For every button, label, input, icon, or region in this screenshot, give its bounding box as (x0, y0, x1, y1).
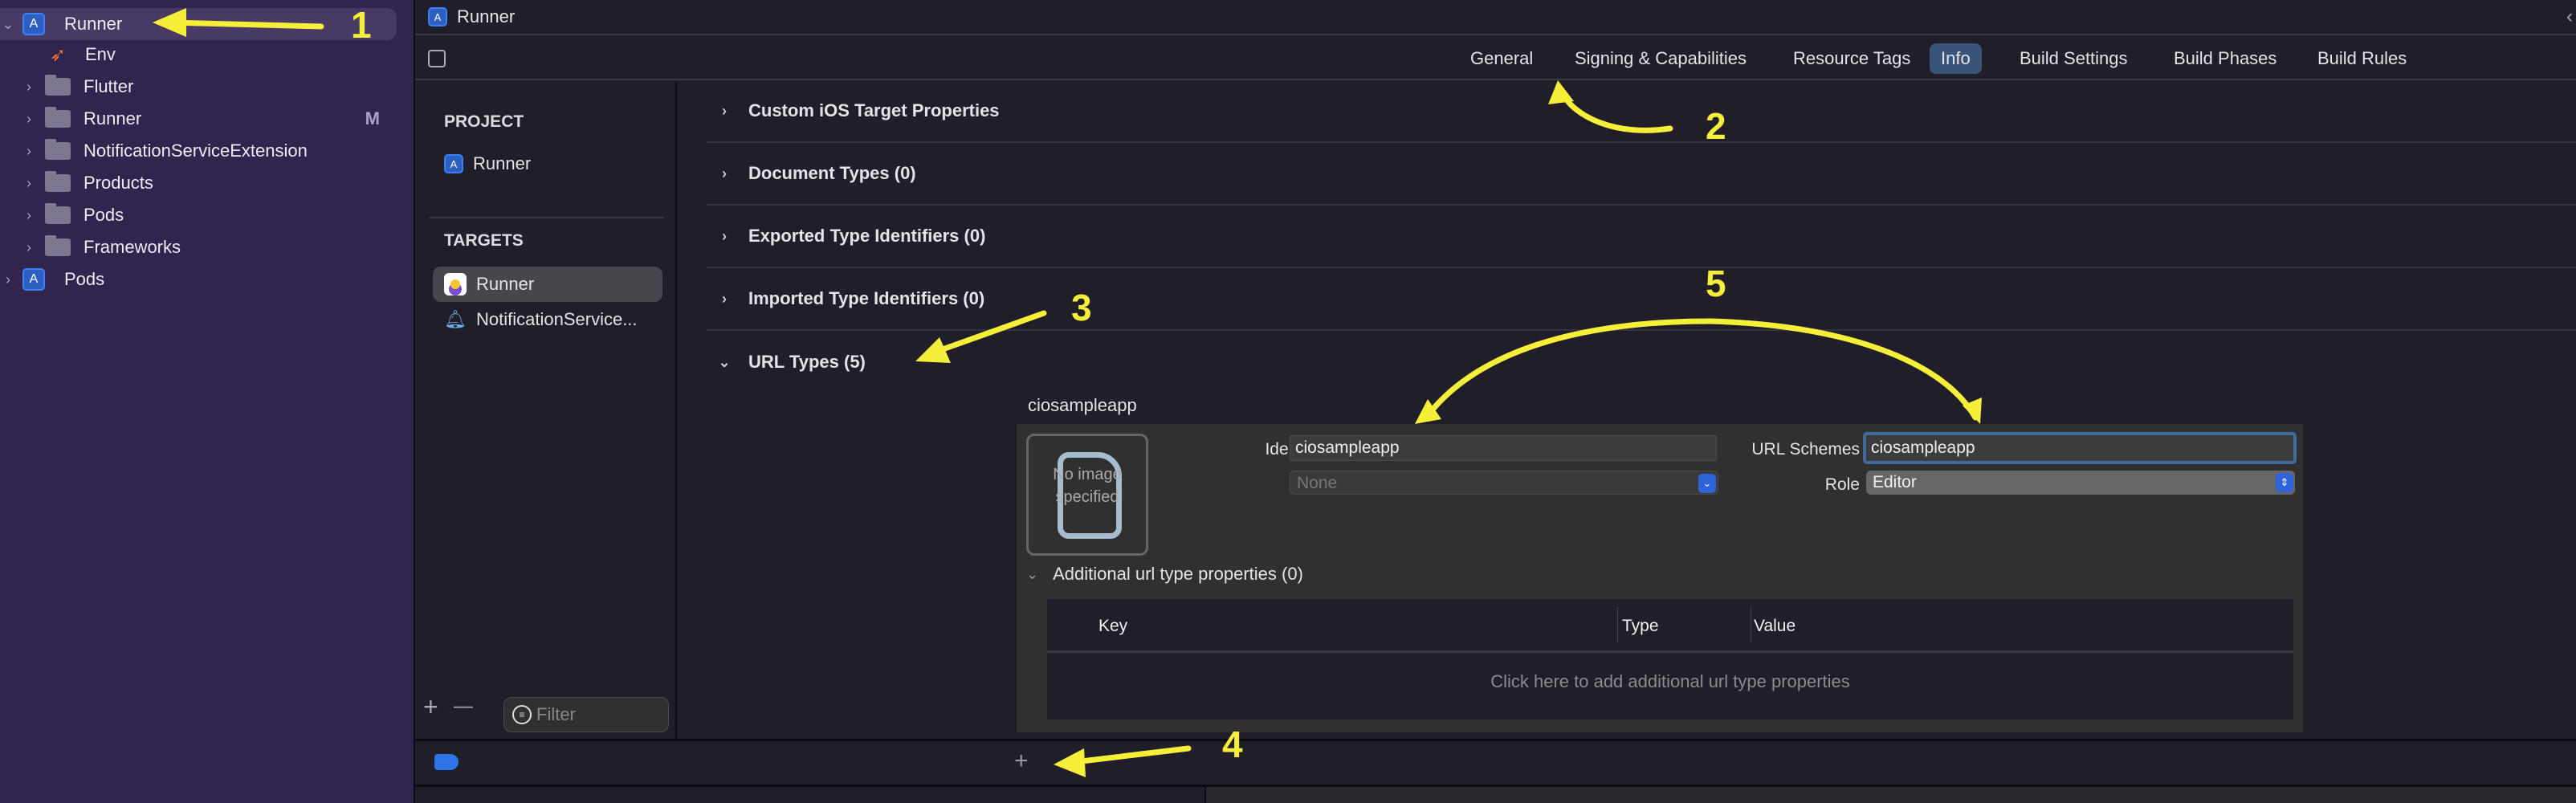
annotation-1: 1 (351, 4, 372, 46)
annotation-4: 4 (1222, 724, 1243, 765)
annotation-arrows (153, 8, 1982, 777)
arrow-1 (165, 19, 324, 30)
annotation-3: 3 (1071, 287, 1092, 328)
arrow-4 (1065, 745, 1192, 766)
arrow-5b (1707, 318, 1979, 421)
annotation-2: 2 (1706, 105, 1726, 147)
arrowhead-2 (1548, 80, 1574, 104)
arrow-2 (1559, 89, 1673, 133)
annotation-5: 5 (1706, 263, 1726, 304)
arrowhead-4 (1054, 748, 1086, 777)
arrow-3 (928, 310, 1047, 357)
arrowhead-1 (153, 8, 186, 37)
arrow-5a (1426, 318, 1714, 417)
